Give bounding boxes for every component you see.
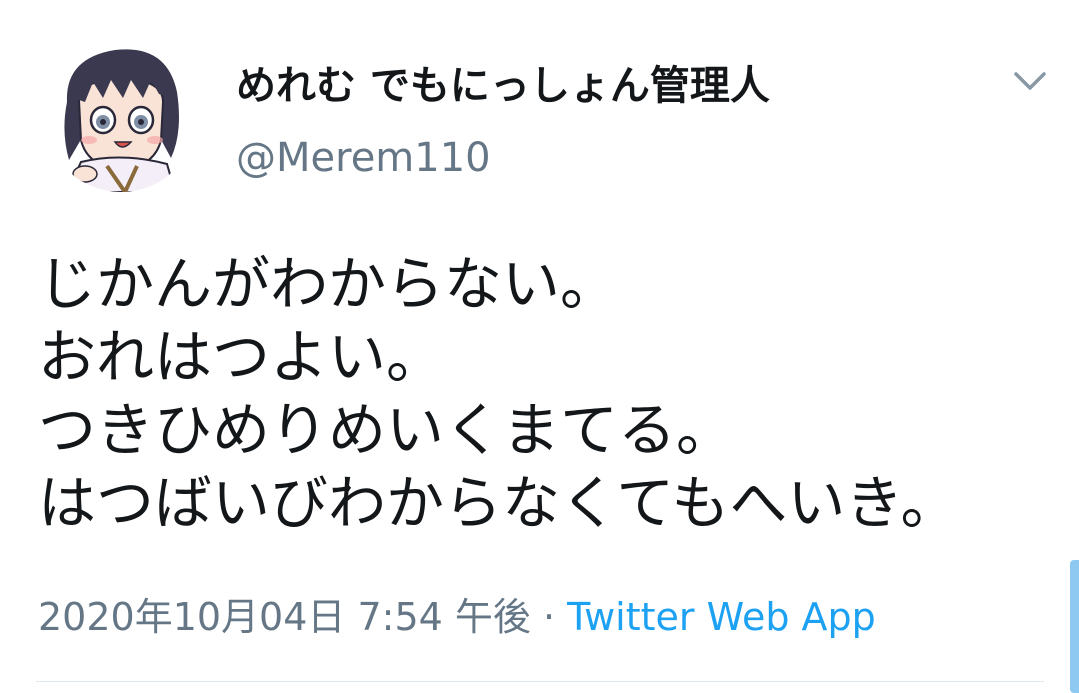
tweet-source-link[interactable]: Twitter Web App [567,595,876,639]
tweet-text-line: つきひめりめいくまてる。 [38,396,735,464]
meta-separator: · [530,595,568,639]
tweet-text-line: おれはつよい。 [38,323,445,391]
tweet-text-line: じかんがわからない。 [38,250,619,318]
tweet-timestamp[interactable]: 2020年10月04日 7:54 午後 [38,595,531,639]
tweet-text-line: はつばいびわからなくてもへいき。 [38,469,959,537]
divider [36,681,1044,682]
tweet-text: じかんがわからない。 おれはつよい。 つきひめりめいくまてる。 はつばいびわから… [38,248,1058,540]
author-handle[interactable]: @Merem110 [236,133,491,183]
scrollbar[interactable] [1070,560,1079,693]
avatar[interactable] [45,40,197,192]
author-display-name[interactable]: めれむ でもにっしょん管理人 [236,60,770,112]
tweet-meta: 2020年10月04日 7:54 午後 · Twitter Web App [38,592,876,642]
chevron-down-icon[interactable] [1010,64,1050,98]
anime-character-avatar-icon [45,40,197,192]
